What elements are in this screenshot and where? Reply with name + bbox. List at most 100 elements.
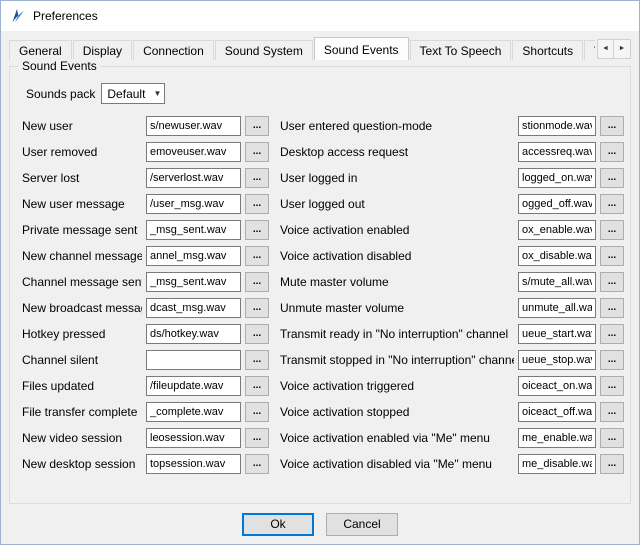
browse-button[interactable]: ...: [600, 272, 624, 292]
sound-event-label: Voice activation enabled via "Me" menu: [280, 431, 514, 445]
sound-file-input[interactable]: [146, 402, 241, 422]
sound-file-input[interactable]: [146, 116, 241, 136]
sound-event-label: User logged out: [280, 197, 514, 211]
browse-button[interactable]: ...: [600, 350, 624, 370]
sound-event-row: Channel message sent ...: [22, 272, 270, 292]
tab-strip: GeneralDisplayConnectionSound SystemSoun…: [9, 37, 595, 60]
browse-button[interactable]: ...: [600, 246, 624, 266]
sound-file-input[interactable]: [518, 428, 596, 448]
sound-event-label: Mute master volume: [280, 275, 514, 289]
sound-file-input[interactable]: [518, 350, 596, 370]
sound-file-input[interactable]: [146, 298, 241, 318]
tab-general[interactable]: General: [9, 40, 72, 60]
sound-file-input[interactable]: [146, 220, 241, 240]
tab-shortcuts[interactable]: Shortcuts: [512, 40, 583, 60]
browse-button[interactable]: ...: [600, 142, 624, 162]
sound-file-input[interactable]: [518, 116, 596, 136]
sound-file-input[interactable]: [518, 402, 596, 422]
sounds-pack-row: Sounds pack Default ▼: [26, 83, 624, 104]
browse-button[interactable]: ...: [600, 324, 624, 344]
sound-file-input[interactable]: [146, 194, 241, 214]
browse-button[interactable]: ...: [600, 168, 624, 188]
sound-file-input[interactable]: [518, 194, 596, 214]
browse-button[interactable]: ...: [245, 116, 269, 136]
tab-bar: GeneralDisplayConnectionSound SystemSoun…: [9, 37, 631, 60]
titlebar: Preferences: [1, 1, 639, 31]
browse-button[interactable]: ...: [600, 298, 624, 318]
sound-file-input[interactable]: [518, 376, 596, 396]
sound-file-input[interactable]: [518, 220, 596, 240]
tab-connection[interactable]: Connection: [133, 40, 214, 60]
sound-event-label: User logged in: [280, 171, 514, 185]
browse-button[interactable]: ...: [600, 220, 624, 240]
sound-file-input[interactable]: [146, 272, 241, 292]
sound-event-label: Desktop access request: [280, 145, 514, 159]
browse-button[interactable]: ...: [245, 272, 269, 292]
browse-button[interactable]: ...: [600, 194, 624, 214]
dialog-footer: Ok Cancel: [1, 504, 639, 544]
browse-button[interactable]: ...: [245, 454, 269, 474]
browse-button[interactable]: ...: [600, 428, 624, 448]
browse-button[interactable]: ...: [245, 194, 269, 214]
sound-event-row: New user ...: [22, 116, 270, 136]
browse-button[interactable]: ...: [600, 116, 624, 136]
browse-button[interactable]: ...: [245, 168, 269, 188]
sound-event-row: Private message sent ...: [22, 220, 270, 240]
sound-file-input[interactable]: [146, 428, 241, 448]
sound-event-row: Voice activation enabled ...: [280, 220, 624, 240]
sound-file-input[interactable]: [518, 324, 596, 344]
sound-event-row: User removed ...: [22, 142, 270, 162]
sound-file-input[interactable]: [146, 246, 241, 266]
sound-file-input[interactable]: [146, 168, 241, 188]
tab-text-to-speech[interactable]: Text To Speech: [410, 40, 512, 60]
sound-file-input[interactable]: [146, 376, 241, 396]
browse-button[interactable]: ...: [600, 376, 624, 396]
sound-event-row: Mute master volume ...: [280, 272, 624, 292]
tab-display[interactable]: Display: [73, 40, 132, 60]
browse-button[interactable]: ...: [245, 376, 269, 396]
browse-button[interactable]: ...: [245, 324, 269, 344]
sound-event-row: Voice activation disabled via "Me" menu …: [280, 454, 624, 474]
tab-sound-system[interactable]: Sound System: [215, 40, 313, 60]
tab-video[interactable]: Video: [584, 40, 595, 60]
browse-button[interactable]: ...: [600, 402, 624, 422]
event-column-right: User entered question-mode ... Desktop a…: [280, 116, 624, 474]
browse-button[interactable]: ...: [245, 428, 269, 448]
sound-event-label: Files updated: [22, 379, 142, 393]
sound-file-input[interactable]: [518, 272, 596, 292]
sound-file-input[interactable]: [518, 298, 596, 318]
sound-event-row: File transfer complete ...: [22, 402, 270, 422]
tab-sound-events[interactable]: Sound Events: [314, 37, 409, 60]
window-title: Preferences: [33, 9, 98, 23]
sound-file-input[interactable]: [146, 350, 241, 370]
sound-event-row: Voice activation enabled via "Me" menu .…: [280, 428, 624, 448]
tab-scroll-right-icon[interactable]: ►: [614, 39, 631, 59]
sounds-pack-select[interactable]: Default ▼: [101, 83, 165, 104]
sound-event-label: Hotkey pressed: [22, 327, 142, 341]
sound-event-label: Voice activation disabled: [280, 249, 514, 263]
browse-button[interactable]: ...: [245, 246, 269, 266]
sound-event-row: Channel silent ...: [22, 350, 270, 370]
sound-file-input[interactable]: [146, 454, 241, 474]
sound-file-input[interactable]: [146, 324, 241, 344]
sound-file-input[interactable]: [518, 168, 596, 188]
sounds-pack-value: Default: [107, 87, 145, 101]
sound-file-input[interactable]: [518, 246, 596, 266]
ok-button[interactable]: Ok: [242, 513, 314, 536]
browse-button[interactable]: ...: [245, 220, 269, 240]
browse-button[interactable]: ...: [245, 142, 269, 162]
browse-button[interactable]: ...: [245, 298, 269, 318]
browse-button[interactable]: ...: [245, 350, 269, 370]
sound-event-row: Voice activation disabled ...: [280, 246, 624, 266]
cancel-button[interactable]: Cancel: [326, 513, 398, 536]
sound-event-label: Transmit stopped in "No interruption" ch…: [280, 353, 514, 367]
sound-event-row: Voice activation stopped ...: [280, 402, 624, 422]
browse-button[interactable]: ...: [600, 454, 624, 474]
sound-file-input[interactable]: [518, 454, 596, 474]
sound-event-row: Hotkey pressed ...: [22, 324, 270, 344]
sound-event-label: User entered question-mode: [280, 119, 514, 133]
tab-scroll-left-icon[interactable]: ◄: [597, 39, 614, 59]
sound-file-input[interactable]: [146, 142, 241, 162]
sound-file-input[interactable]: [518, 142, 596, 162]
browse-button[interactable]: ...: [245, 402, 269, 422]
